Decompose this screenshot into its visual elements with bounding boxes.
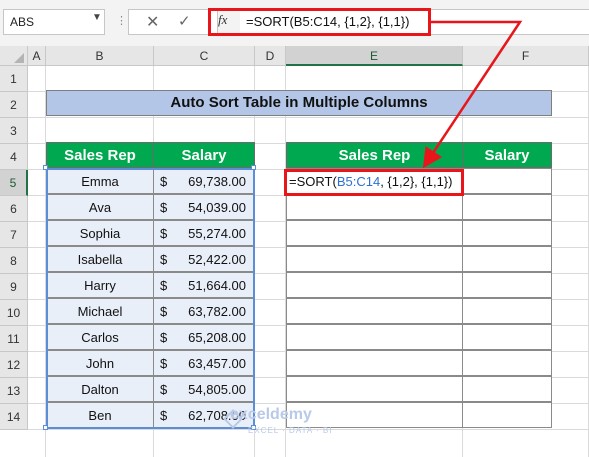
callout-arrow: [422, 20, 523, 169]
watermark-name: exceldemy: [230, 406, 312, 423]
watermark-tagline: EXCEL · DATA · BI: [248, 426, 333, 435]
